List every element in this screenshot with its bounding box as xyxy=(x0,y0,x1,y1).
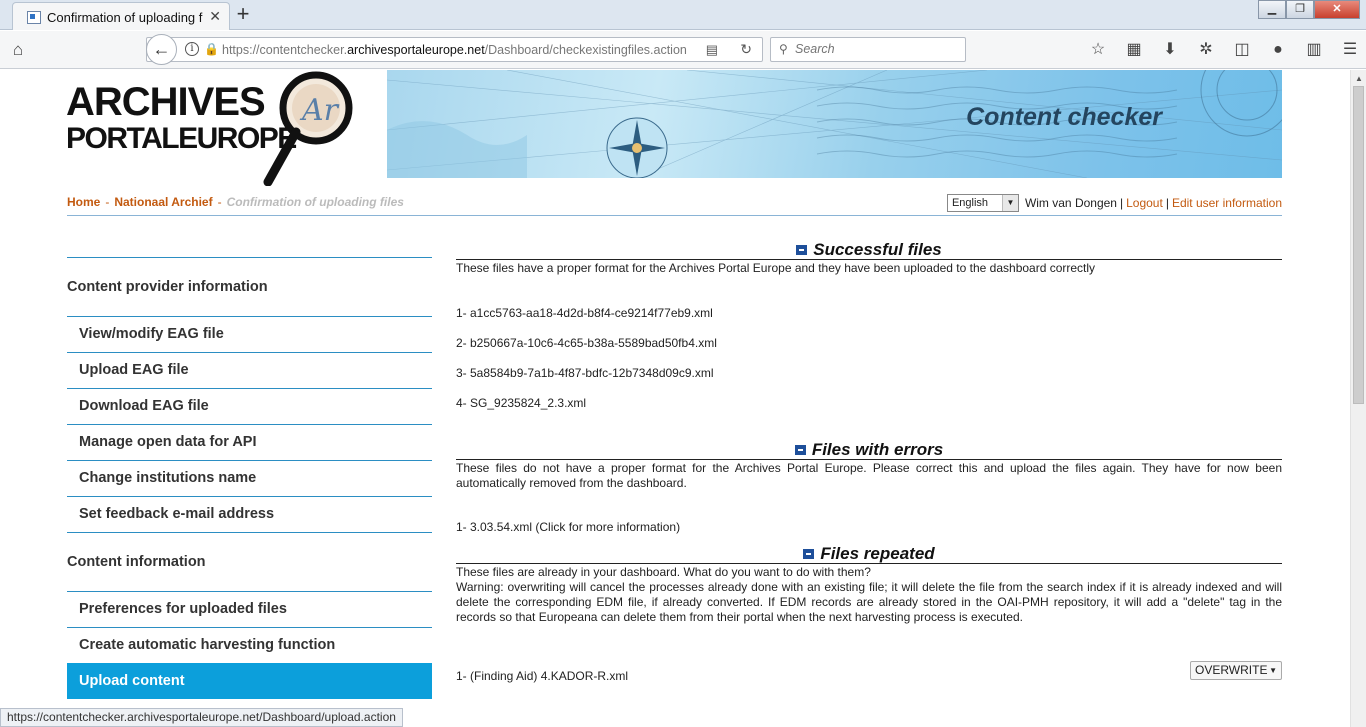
close-window-icon[interactable]: ✕ xyxy=(1314,0,1360,19)
list-item: 3- 5a8584b9-7a1b-4f87-bdfc-12b7348d09c9.… xyxy=(456,366,714,380)
sidebar-item-feedback-email[interactable]: Set feedback e-mail address xyxy=(67,496,432,532)
content-checker-banner: Content checker xyxy=(387,70,1282,178)
list-item: 1- a1cc5763-aa18-4d2d-b8f4-ce9214f77eb9.… xyxy=(456,306,713,320)
bookmark-star-icon[interactable]: ☆ xyxy=(1080,39,1116,61)
collapse-icon[interactable] xyxy=(803,548,815,559)
scroll-up-icon[interactable]: ▲ xyxy=(1355,74,1363,83)
close-tab-icon[interactable]: ✕ xyxy=(209,8,221,25)
collapse-icon[interactable] xyxy=(794,444,806,455)
sidebar-item-download-eag[interactable]: Download EAG file xyxy=(67,388,432,424)
sidebar-icon[interactable]: ◫ xyxy=(1224,39,1260,61)
logo-text-line1: ARCHIVES xyxy=(66,80,266,124)
breadcrumb: Home - Nationaal Archief - Confirmation of u… xyxy=(67,195,404,209)
chevron-down-icon: ▼ xyxy=(1269,666,1277,675)
browser-nav-bar: ⌂ ← i 🔒 https://contentchecker.archivesp… xyxy=(0,31,1366,69)
sidebar-item-automatic-harvesting[interactable]: Create automatic harvesting function xyxy=(67,627,432,663)
browser-tab-bar: Confirmation of uploading fi ✕ + ▁ ❐ ✕ xyxy=(0,0,1366,30)
sidebar-item-upload-content[interactable]: Upload content xyxy=(67,663,432,699)
url-bar[interactable]: i 🔒 https://contentchecker.archivesporta… xyxy=(146,37,763,62)
user-name: Wim van Dongen xyxy=(1024,196,1117,210)
files-repeated-question: These files are already in your dashboar… xyxy=(456,565,871,579)
lock-icon: 🔒 xyxy=(204,42,219,56)
browser-search-box[interactable]: ⚲ xyxy=(770,37,966,62)
status-bar-url: https://contentchecker.archivesportaleur… xyxy=(0,708,403,727)
breadcrumb-institution-link[interactable]: Nationaal Archief xyxy=(114,195,212,209)
sidebar-section-content-provider: Content provider information xyxy=(67,257,432,316)
reload-icon[interactable]: ↻ xyxy=(740,41,752,58)
successful-files-section: Successful files These files have a prop… xyxy=(456,240,1282,426)
files-repeated-header[interactable]: Files repeated xyxy=(456,544,1282,564)
logout-link[interactable]: Logout xyxy=(1126,196,1163,210)
files-with-errors-title: Files with errors xyxy=(811,440,944,459)
language-select-value: English xyxy=(951,197,989,209)
files-repeated-title: Files repeated xyxy=(820,544,935,563)
error-file-link[interactable]: 1- 3.03.54.xml (Click for more informati… xyxy=(456,520,1282,544)
window-controls: ▁ ❐ ✕ xyxy=(1258,0,1360,20)
search-icon: ⚲ xyxy=(779,42,788,56)
files-repeated-warning: Warning: overwriting will cancel the pro… xyxy=(456,580,1282,624)
banner-title: Content checker xyxy=(966,103,1162,131)
new-tab-icon[interactable]: + xyxy=(232,3,254,27)
archives-portal-europe-logo[interactable]: ARCHIVES PORTALEUROPE Ar xyxy=(66,70,386,186)
page-content: ARCHIVES PORTALEUROPE Ar Content checker… xyxy=(0,70,1350,727)
files-repeated-section: Files repeated These files are already i… xyxy=(456,544,1282,699)
url-text[interactable]: https://contentchecker.archivesportaleur… xyxy=(222,43,687,57)
language-select[interactable]: English ▼ xyxy=(946,194,1019,212)
sidebar-item-upload-eag[interactable]: Upload EAG file xyxy=(67,352,432,388)
list-item: 2- b250667a-10c6-4c65-b38a-5589bad50fb4.… xyxy=(456,336,717,350)
extension-icon[interactable]: ✲ xyxy=(1188,39,1224,61)
reading-list-icon[interactable]: ▥ xyxy=(1296,39,1332,61)
back-arrow-icon[interactable]: ← xyxy=(146,34,177,65)
addon-icon[interactable]: ● xyxy=(1260,39,1296,61)
main-content: Successful files These files have a prop… xyxy=(456,240,1282,699)
sidebar-section-content-information: Content information xyxy=(67,532,432,591)
sidebar-item-view-modify-eag[interactable]: View/modify EAG file xyxy=(67,316,432,352)
breadcrumb-separator: - xyxy=(217,195,222,209)
repeated-file-name: 1- (Finding Aid) 4.KADOR-R.xml xyxy=(456,669,629,683)
list-item: 4- SG_9235824_2.3.xml xyxy=(456,396,587,410)
magnifier-logo-icon: Ar xyxy=(263,71,353,186)
tab-title: Confirmation of uploading fi xyxy=(47,10,203,25)
overwrite-select-value: OVERWRITE xyxy=(1195,663,1268,677)
edit-user-information-link[interactable]: Edit user information xyxy=(1172,196,1282,210)
site-favicon-icon xyxy=(27,11,41,24)
successful-files-description: These files have a proper format for the… xyxy=(456,261,1096,275)
chevron-down-icon: ▼ xyxy=(1001,195,1018,211)
site-info-icon[interactable]: i xyxy=(185,42,199,56)
header-divider xyxy=(67,215,1282,216)
files-with-errors-description: These files do not have a proper format … xyxy=(456,461,1282,490)
sidebar-item-manage-open-data[interactable]: Manage open data for API xyxy=(67,424,432,460)
scrollbar-thumb[interactable] xyxy=(1353,86,1364,404)
sidebar-menu: Content provider information View/modify… xyxy=(67,257,432,699)
successful-files-title: Successful files xyxy=(813,240,942,259)
breadcrumb-current: Confirmation of uploading files xyxy=(226,195,404,209)
overwrite-select[interactable]: OVERWRITE ▼ xyxy=(1190,661,1282,680)
toolbar-icons: ☆ ▦ ⬇ ✲ ◫ ● ▥ ☰ xyxy=(1080,39,1366,61)
collapse-icon[interactable] xyxy=(796,244,808,255)
list-item: 1- (Finding Aid) 4.KADOR-R.xml OVERWRITE… xyxy=(456,661,1282,699)
home-icon[interactable]: ⌂ xyxy=(8,40,28,60)
files-with-errors-header[interactable]: Files with errors xyxy=(456,440,1282,460)
sidebar-item-preferences-uploaded[interactable]: Preferences for uploaded files xyxy=(67,591,432,627)
user-bar: English ▼ Wim van Dongen | Logout | Edit… xyxy=(946,194,1282,212)
breadcrumb-separator: - xyxy=(105,195,110,209)
files-with-errors-section: Files with errors These files do not hav… xyxy=(456,440,1282,544)
download-icon[interactable]: ⬇ xyxy=(1152,39,1188,61)
bookmarks-library-icon[interactable]: ▦ xyxy=(1116,39,1152,61)
vertical-scrollbar[interactable]: ▲ xyxy=(1350,70,1366,727)
compass-rose-icon xyxy=(606,117,668,178)
svg-text:Ar: Ar xyxy=(299,93,340,128)
menu-icon[interactable]: ☰ xyxy=(1332,39,1366,61)
successful-files-header[interactable]: Successful files xyxy=(456,240,1282,260)
sidebar-item-change-institution-name[interactable]: Change institutions name xyxy=(67,460,432,496)
breadcrumb-home-link[interactable]: Home xyxy=(67,195,100,209)
minimize-window-icon[interactable]: ▁ xyxy=(1258,0,1286,19)
search-input[interactable] xyxy=(795,42,955,56)
reader-view-icon[interactable]: ▤ xyxy=(706,42,718,58)
maximize-window-icon[interactable]: ❐ xyxy=(1286,0,1314,19)
browser-tab[interactable]: Confirmation of uploading fi ✕ xyxy=(12,2,230,30)
